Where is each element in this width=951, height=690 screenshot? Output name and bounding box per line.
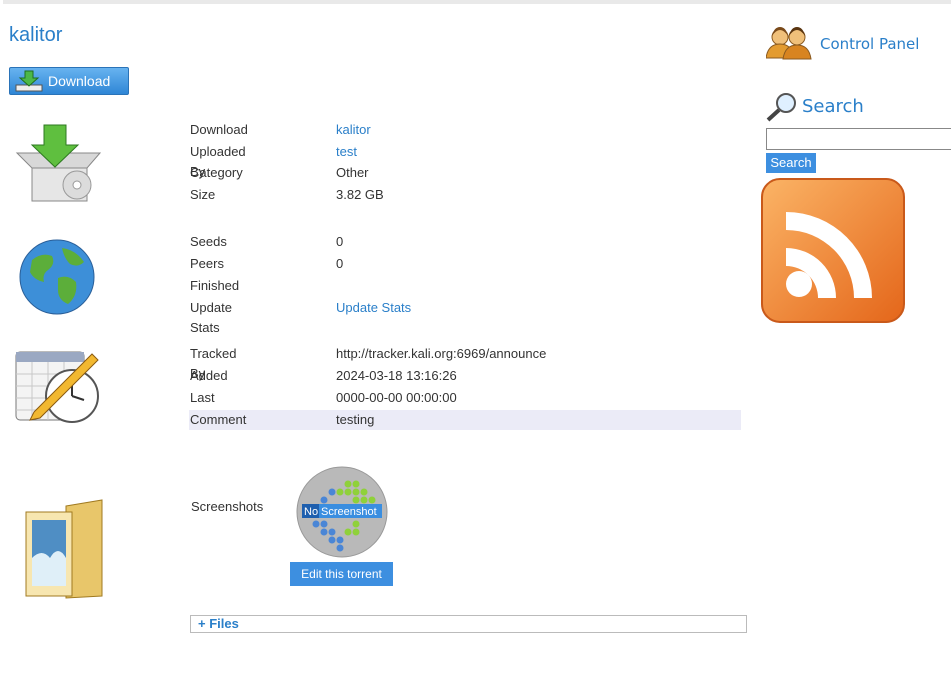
no-screenshot-placeholder[interactable]: No Screenshot: [296, 466, 388, 558]
download-button[interactable]: Download: [9, 67, 129, 95]
magnifier-icon: [766, 93, 796, 122]
calendar-clock-icon: [15, 351, 99, 423]
size-value: 3.82 GB: [336, 187, 384, 202]
added-date: 2024-03-18 13:16:26: [336, 368, 457, 383]
top-bar: [3, 0, 951, 4]
edit-torrent-button[interactable]: Edit this torrent: [290, 562, 393, 586]
category-value: Other: [336, 165, 369, 180]
control-panel-link[interactable]: Control Panel: [820, 35, 919, 53]
no-screenshot-prefix: No: [304, 506, 318, 518]
globe-icon: [19, 239, 95, 315]
stat-key: Finished: [190, 278, 240, 293]
last-update-date: 0000-00-00 00:00:00: [336, 390, 457, 405]
seeds-value: 0: [336, 234, 344, 249]
stat-key: Peers: [190, 256, 224, 271]
tracking-row-comment: Comment testing: [189, 410, 741, 430]
rss-feed-icon[interactable]: [761, 178, 905, 323]
search-button[interactable]: Search: [766, 153, 816, 173]
detail-key: Size: [190, 187, 216, 202]
download-arrow-icon: [15, 70, 43, 92]
update-stats-link[interactable]: Update Stats: [336, 298, 411, 318]
detail-key: Category: [190, 165, 243, 180]
detail-key: Download: [190, 122, 248, 137]
install-package-icon: [15, 124, 102, 202]
comment-value: testing: [336, 412, 375, 427]
stat-key: Seeds: [190, 234, 227, 249]
search-title: Search: [802, 96, 864, 117]
users-icon: [766, 27, 812, 60]
files-toggle[interactable]: + Files: [190, 615, 747, 633]
uploader-link[interactable]: test: [336, 142, 357, 162]
no-screenshot-text: Screenshot: [321, 506, 377, 518]
tracking-key: Added: [190, 368, 228, 383]
page-title: kalitor: [9, 24, 63, 46]
stat-key: Update Stats: [190, 300, 232, 335]
screenshots-label: Screenshots: [191, 499, 264, 514]
torrent-name-link[interactable]: kalitor: [336, 120, 371, 140]
search-input[interactable]: [766, 128, 951, 150]
download-button-label: Download: [48, 73, 111, 89]
tracking-key: Comment: [190, 412, 247, 427]
pictures-folder-icon: [25, 499, 103, 599]
tracker-url: http://tracker.kali.org:6969/announce: [336, 346, 547, 361]
peers-value: 0: [336, 256, 344, 271]
